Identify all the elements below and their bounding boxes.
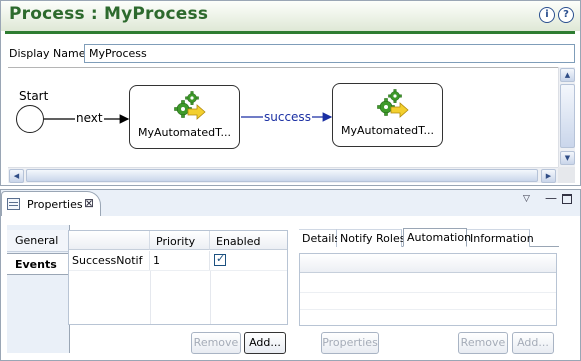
properties-view: Properties ⊠ ▽ — General Events Priority… [0,189,581,361]
horizontal-scroll-thumb[interactable] [26,169,538,182]
column-header-priority[interactable]: Priority [150,231,210,250]
vertical-scroll-thumb[interactable] [560,84,575,148]
automation-table-header [300,254,556,273]
add-automation-button[interactable]: Add... [512,332,554,354]
row-divider [300,309,556,310]
help-info-icon[interactable]: i [539,7,555,23]
view-menu-icon[interactable]: ▽ [523,194,530,204]
automated-task-node[interactable]: MyAutomatedT... [129,85,240,149]
gear-arrow-icon [174,91,206,120]
automation-properties-button[interactable]: Properties [321,332,379,354]
close-icon[interactable]: ⊠ [84,196,94,210]
tab-information[interactable]: Information [467,229,534,247]
view-tab-bar: Properties ⊠ ▽ — [1,190,580,216]
title-divider [5,31,575,34]
scroll-left-icon[interactable]: ◀ [9,169,24,183]
editor-header: Process : MyProcess i ? [1,1,580,31]
event-name-cell[interactable]: SuccessNotif [69,251,150,270]
start-node-label: Start [19,89,49,103]
scroll-right-icon[interactable]: ▶ [541,169,556,183]
gear-arrow-icon [377,89,409,118]
row-divider [69,270,287,271]
tab-properties[interactable]: Properties ⊠ [1,191,101,216]
task-label: MyAutomatedT... [138,126,231,139]
edge-next-label[interactable]: next [75,111,104,125]
properties-view-icon [7,198,20,210]
page-title: Process : MyProcess [9,4,209,24]
events-table[interactable]: Priority Enabled SuccessNotif 1 [68,230,288,325]
column-divider [150,270,151,324]
display-name-field[interactable]: MyProcess [84,44,575,63]
horizontal-scrollbar[interactable]: ◀ ▶ [8,167,558,183]
tab-notify-roles[interactable]: Notify Roles [337,229,405,247]
side-tab-general[interactable]: General [7,230,70,252]
checkbox-checked-icon[interactable] [214,252,226,266]
display-name-label: Display Name [9,47,86,60]
add-event-button[interactable]: Add... [244,332,286,354]
scroll-corner [558,167,575,183]
edge-success-label[interactable]: success [263,110,312,124]
vertical-scrollbar[interactable]: ▲ ▼ [558,67,575,167]
column-divider [210,270,211,324]
maximize-icon[interactable] [562,194,572,204]
properties-side-tabs: General Events [7,225,71,353]
process-editor: Process : MyProcess i ? Display Name MyP… [0,0,581,186]
task-label: MyAutomatedT... [341,124,434,137]
automation-table[interactable] [299,253,557,326]
detail-tab-bar: Details Notify Roles Automation Informat… [299,228,559,247]
remove-automation-button[interactable]: Remove [458,332,508,354]
minimize-icon[interactable]: — [545,191,557,205]
tab-properties-label: Properties [27,198,83,211]
scroll-down-icon[interactable]: ▼ [560,151,575,165]
automated-task-node[interactable]: MyAutomatedT... [332,83,443,147]
column-header-name[interactable] [69,231,150,250]
tab-details[interactable]: Details [299,229,340,247]
remove-event-button[interactable]: Remove [191,332,241,354]
row-divider [300,292,556,293]
event-priority-cell[interactable]: 1 [150,251,210,270]
column-header-enabled[interactable]: Enabled [210,231,287,250]
start-node[interactable] [16,105,44,133]
help-icon[interactable]: ? [558,7,574,23]
tab-automation[interactable]: Automation [403,228,471,247]
side-tab-events[interactable]: Events [7,253,71,275]
scroll-up-icon[interactable]: ▲ [560,68,575,82]
